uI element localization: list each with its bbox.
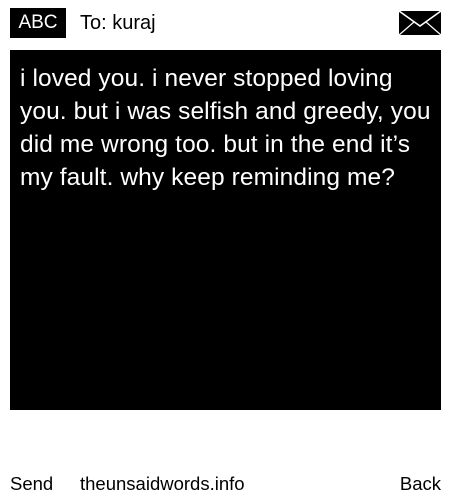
message-text: i loved you. i never stopped loving you.… bbox=[20, 65, 431, 191]
recipient-label: To: kuraj bbox=[80, 12, 156, 34]
message-body[interactable]: i loved you. i never stopped loving you.… bbox=[10, 50, 441, 410]
input-mode-badge[interactable]: ABC bbox=[10, 8, 66, 38]
envelope-icon bbox=[398, 10, 442, 36]
send-button[interactable]: Send bbox=[10, 472, 53, 496]
back-button[interactable]: Back bbox=[400, 472, 441, 496]
site-watermark: theunsaidwords.info bbox=[80, 473, 245, 494]
